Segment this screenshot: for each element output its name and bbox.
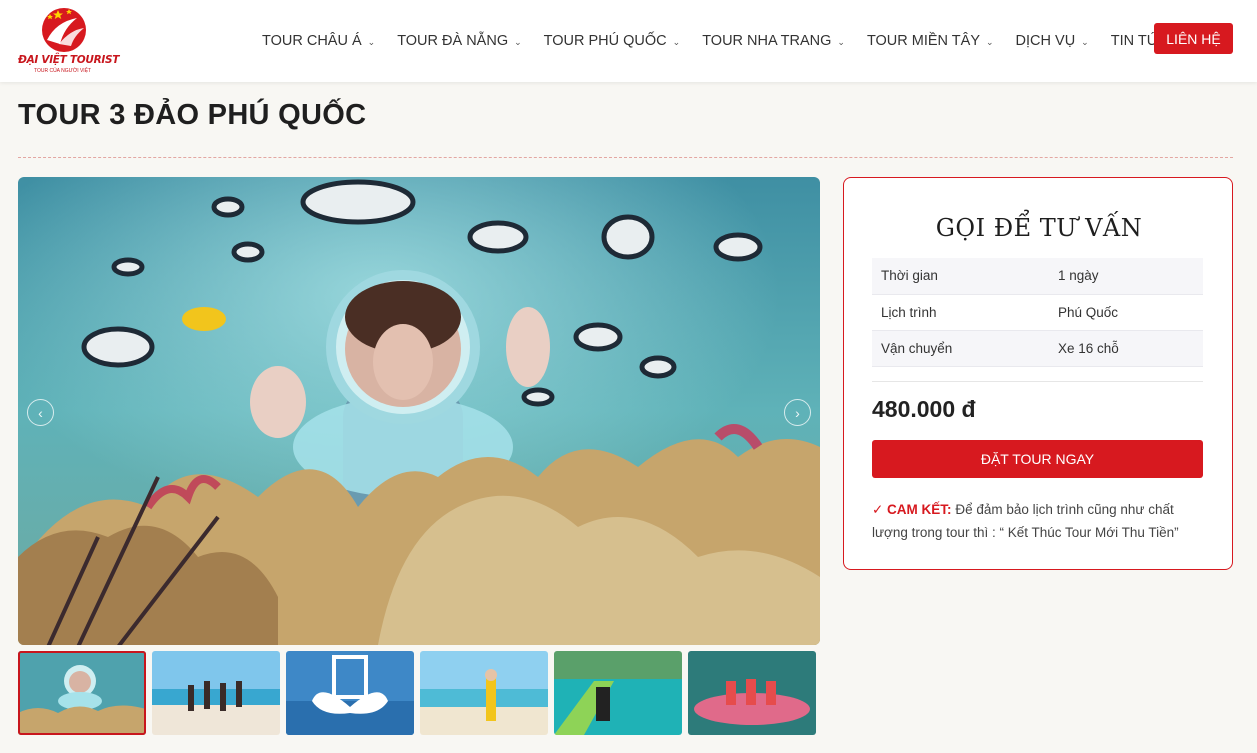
info-value-duration: 1 ngày	[1049, 258, 1203, 295]
gallery-prev-button[interactable]: ‹	[27, 399, 54, 426]
info-value-transport: Xe 16 chỗ	[1049, 330, 1203, 367]
brand-name: ĐẠI VIỆT TOURIST	[18, 54, 120, 66]
chevron-down-icon: ⌄	[837, 36, 845, 47]
nav-item-tour-mien-tay[interactable]: TOUR MIỀN TÂY ⌄	[867, 33, 994, 49]
thumb-angel-wings-image	[286, 651, 414, 735]
chevron-down-icon: ⌄	[367, 36, 376, 47]
table-row: Lịch trình Phú Quốc	[872, 294, 1203, 331]
info-label-itinerary: Lịch trình	[872, 294, 1049, 331]
nav-item-label: DỊCH VỤ	[1015, 33, 1076, 49]
gallery-thumb-1[interactable]	[18, 651, 146, 735]
gallery-thumb-4[interactable]	[420, 651, 548, 735]
gallery-thumb-5[interactable]	[554, 651, 682, 735]
commitment-note: ✓ CAM KẾT: Để đảm bảo lịch trình cũng nh…	[872, 498, 1203, 544]
nav-item-label: TOUR PHÚ QUỐC	[543, 33, 667, 49]
table-row: Thời gian 1 ngày	[872, 258, 1203, 295]
info-label-transport: Vận chuyển	[872, 330, 1049, 367]
logo-emblem-icon	[42, 8, 86, 52]
consult-title: GỌI ĐỂ TƯ VẤN	[935, 214, 1143, 242]
nav-item-tour-nha-trang[interactable]: TOUR NHA TRANG ⌄	[702, 33, 845, 49]
nav-item-label: TOUR NHA TRANG	[702, 33, 832, 49]
tour-info-table: Thời gian 1 ngày Lịch trình Phú Quốc Vận…	[872, 258, 1203, 367]
title-divider	[18, 157, 1233, 158]
thumb-kayak-image	[688, 651, 816, 735]
main-nav: TOUR CHÂU Á ⌄ TOUR ĐÀ NẴNG ⌄ TOUR PHÚ QUỐC…	[262, 0, 1205, 82]
nav-item-label: TOUR ĐÀ NẴNG	[397, 33, 509, 49]
thumb-underwater-image	[18, 651, 146, 735]
gallery-thumb-3[interactable]	[286, 651, 414, 735]
chevron-down-icon: ⌄	[514, 36, 522, 47]
gallery-next-button[interactable]: ›	[784, 399, 811, 426]
brand-tagline: TOUR CỦA NGƯỜI VIỆT	[34, 68, 92, 74]
nav-item-label: TOUR MIỀN TÂY	[866, 33, 980, 49]
chevron-right-icon: ›	[795, 404, 800, 421]
thumb-beach-group-image	[152, 651, 280, 735]
contact-button[interactable]: LIÊN HỆ	[1154, 23, 1233, 54]
nav-item-dich-vu[interactable]: DỊCH VỤ ⌄	[1016, 33, 1089, 49]
chevron-left-icon: ‹	[38, 404, 43, 421]
commitment-label: ✓ CAM KẾT:	[872, 502, 952, 517]
card-divider	[872, 381, 1203, 382]
book-tour-button[interactable]: ĐẶT TOUR NGAY	[872, 440, 1203, 478]
nav-item-tour-phu-quoc[interactable]: TOUR PHÚ QUỐC ⌄	[544, 33, 681, 49]
gallery-thumbnails	[18, 651, 820, 735]
brand-logo[interactable]: ĐẠI VIỆT TOURIST TOUR CỦA NGƯỜI VIỆT	[14, 4, 119, 76]
chevron-down-icon: ⌄	[672, 36, 681, 47]
nav-item-label: TOUR CHÂU Á	[262, 33, 362, 49]
chevron-down-icon: ⌄	[986, 36, 994, 47]
table-row: Vận chuyển Xe 16 chỗ	[872, 330, 1203, 367]
info-label-duration: Thời gian	[872, 258, 1049, 295]
thumb-beach-woman-image	[420, 651, 548, 735]
info-value-itinerary: Phú Quốc	[1049, 294, 1203, 331]
tour-price: 480.000 đ	[872, 396, 976, 422]
chevron-down-icon: ⌄	[1081, 36, 1089, 47]
site-header: ĐẠI VIỆT TOURIST TOUR CỦA NGƯỜI VIỆT TOU…	[0, 0, 1257, 82]
gallery-thumb-2[interactable]	[152, 651, 280, 735]
nav-item-tour-chau-a[interactable]: TOUR CHÂU Á ⌄	[262, 33, 375, 49]
page-title: TOUR 3 ĐẢO PHÚ QUỐC	[18, 99, 367, 131]
gallery-thumb-6[interactable]	[688, 651, 816, 735]
nav-item-tour-da-nang[interactable]: TOUR ĐÀ NẴNG ⌄	[397, 33, 521, 49]
gallery-main-image[interactable]	[18, 177, 820, 645]
consult-card: GỌI ĐỂ TƯ VẤN Thời gian 1 ngày Lịch trìn…	[843, 177, 1233, 570]
thumb-island-slide-image	[554, 651, 682, 735]
underwater-photo	[18, 177, 820, 645]
